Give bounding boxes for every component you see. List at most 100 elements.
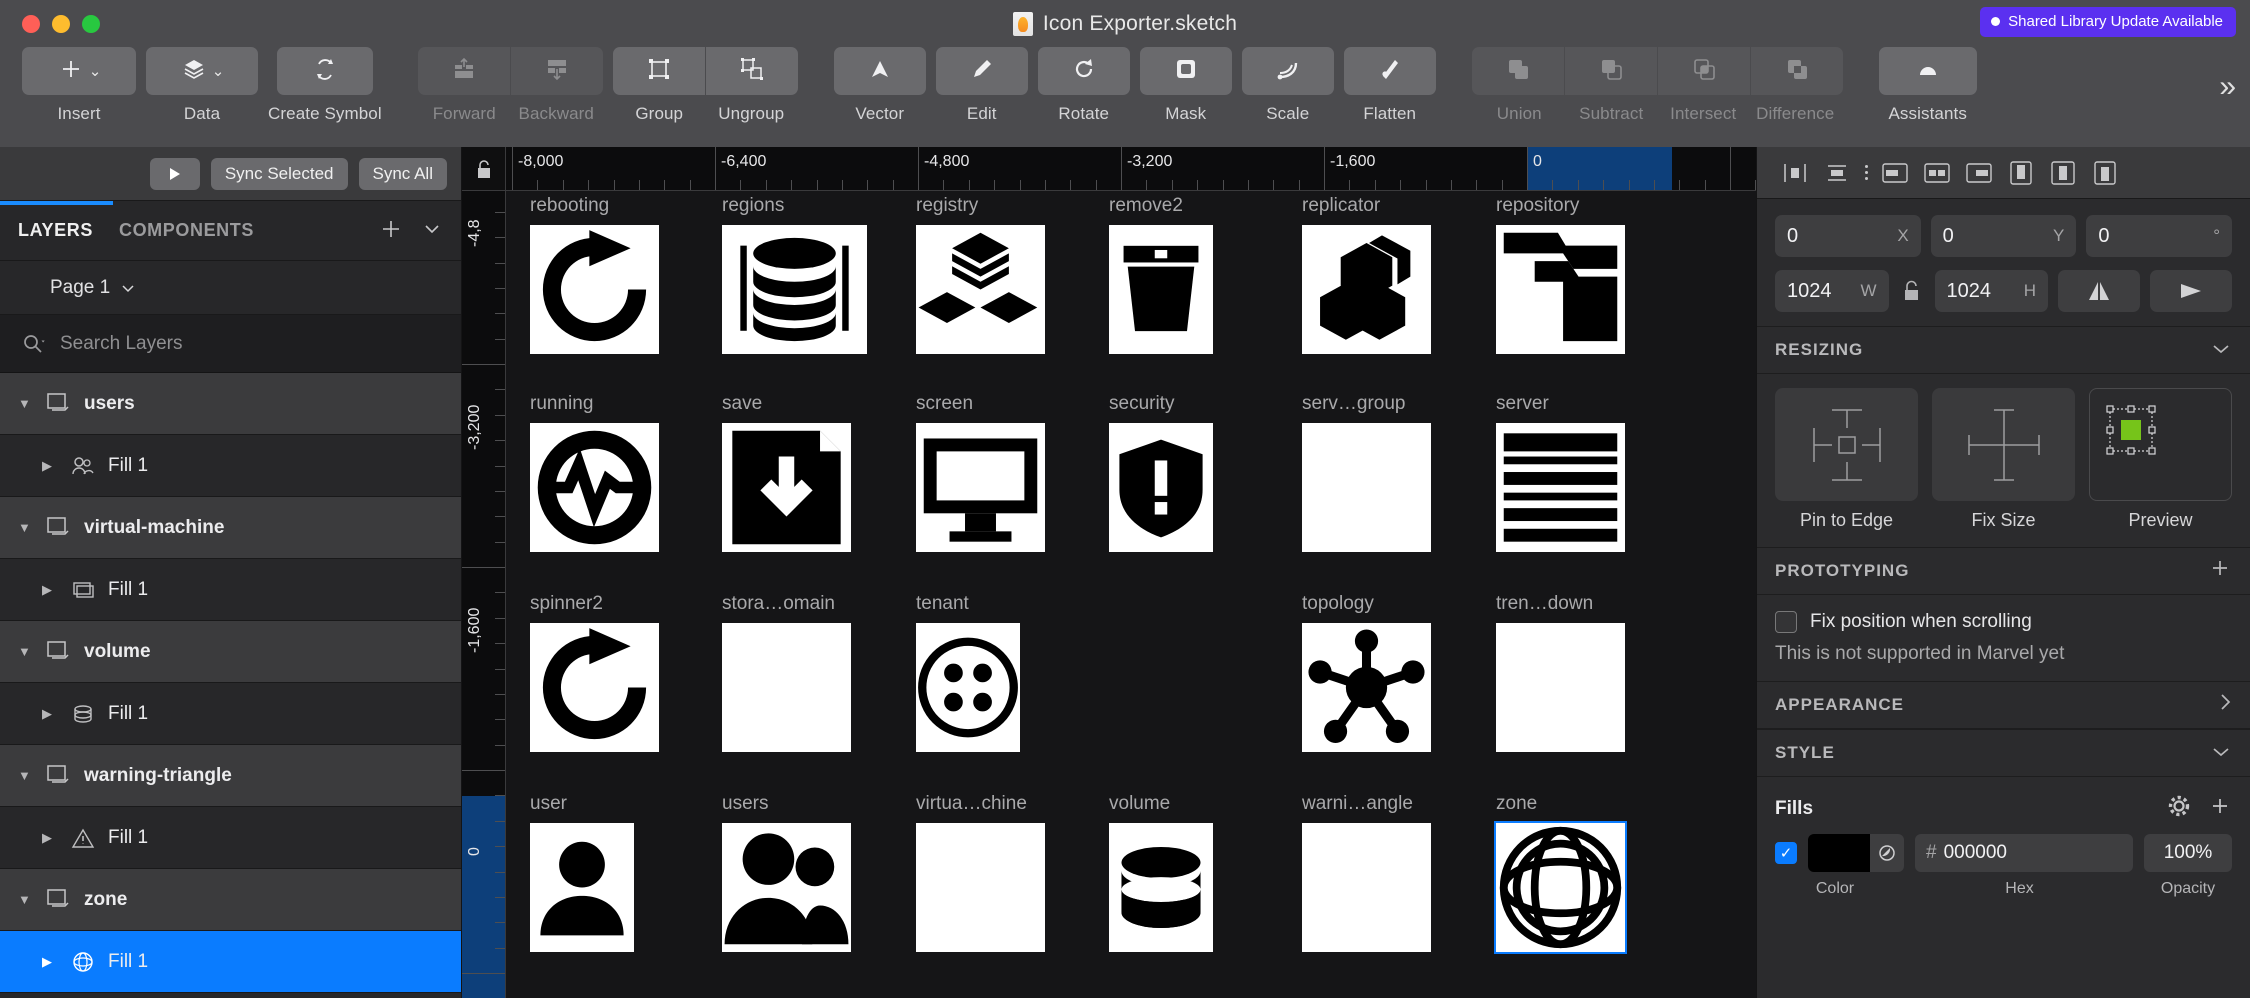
shared-library-update-badge[interactable]: Shared Library Update Available [1980,7,2236,37]
artboard-canvas[interactable] [1496,423,1625,552]
artboard[interactable]: virtua…chine [916,793,1045,952]
artboard-canvas[interactable] [916,623,1020,752]
fix-size-option[interactable]: Fix Size [1932,388,2075,531]
artboard-label[interactable]: replicator [1302,195,1431,217]
resize-preview-option[interactable]: Preview [2089,388,2232,531]
distribute-horizontally-icon[interactable] [1817,155,1857,191]
fix-position-checkbox[interactable] [1775,611,1797,633]
toolbar-vector-pen-button[interactable] [833,47,926,95]
toolbar-plus-button[interactable]: ⌄ [22,47,136,95]
artboard-canvas[interactable] [916,225,1045,354]
chevron-down-icon[interactable]: ⌄ [89,62,102,80]
toolbar-overflow-button[interactable]: » [2219,63,2236,111]
artboard[interactable]: remove2 [1109,195,1213,354]
disclosure-collapsed-icon[interactable]: ▶ [42,830,58,846]
style-chevron-down-icon[interactable] [2210,742,2232,765]
artboard[interactable]: tenant [916,593,1020,752]
fills-settings-gear-icon[interactable] [2166,793,2192,824]
artboard-canvas[interactable] [530,225,659,354]
toolbar-assistants-button[interactable] [1878,47,1977,95]
horizontal-ruler[interactable]: -8,000 -6,400 -4,800 -3,200 -1,600 0 [506,147,1756,191]
fill-enabled-checkbox[interactable]: ✓ [1775,842,1797,864]
align-object-right-icon[interactable] [1959,155,1999,191]
toolbar-union-button[interactable] [1471,47,1564,95]
pin-to-edge-option[interactable]: Pin to Edge [1775,388,1918,531]
toolbar-move-forward-button[interactable] [417,47,510,95]
appearance-chevron-right-icon[interactable] [2218,691,2232,719]
artboard-label[interactable]: stora…omain [722,593,851,615]
artboard-label[interactable]: regions [722,195,867,217]
appearance-section-header[interactable]: APPEARANCE [1757,681,2250,729]
artboard-label[interactable]: rebooting [530,195,659,217]
minimize-window-button[interactable] [52,14,70,33]
align-object-left-icon[interactable] [1875,155,1915,191]
artboard[interactable]: stora…omain [722,593,851,752]
fix-position-row[interactable]: Fix position when scrolling [1757,607,2250,633]
add-prototype-link-icon[interactable] [2208,556,2232,586]
artboard-label[interactable]: virtua…chine [916,793,1045,815]
artboard-label[interactable]: serv…group [1302,393,1431,415]
chevron-down-icon[interactable]: ⌄ [212,62,225,80]
page-selector[interactable]: Page 1 [0,261,461,315]
artboard[interactable]: server [1496,393,1625,552]
toolbar-mask-button[interactable] [1139,47,1232,95]
fill-color-swatch[interactable] [1808,834,1870,872]
artboard-canvas[interactable] [916,823,1045,952]
toolbar-difference-button[interactable] [1750,47,1843,95]
add-fill-icon[interactable] [2208,794,2232,823]
artboard[interactable]: replicator [1302,195,1431,354]
artboard-label[interactable]: security [1109,393,1213,415]
panel-options-chevron-down-icon[interactable] [421,218,443,244]
layer-child-row[interactable]: ▶ Fill 1 [0,559,461,621]
disclosure-expanded-icon[interactable]: ▼ [18,768,34,783]
disclosure-collapsed-icon[interactable]: ▶ [42,954,58,970]
window-controls[interactable] [22,14,100,33]
artboard-label[interactable]: save [722,393,851,415]
artboard[interactable]: screen [916,393,1045,552]
artboard-label[interactable]: screen [916,393,1045,415]
fill-hex-field[interactable]: # 000000 [1915,834,2133,872]
toolbar-rotate-button[interactable] [1037,47,1130,95]
flip-horizontal-button[interactable] [2058,270,2140,312]
artboard[interactable]: volume [1109,793,1213,952]
maximize-window-button[interactable] [82,14,100,33]
disclosure-collapsed-icon[interactable]: ▶ [42,458,58,474]
align-object-top-icon[interactable] [2001,155,2041,191]
tab-components[interactable]: COMPONENTS [119,220,254,241]
artboard-label[interactable]: remove2 [1109,195,1213,217]
layer-child-row[interactable]: ▶ Fill 1 [0,807,461,869]
artboard[interactable]: tren…down [1496,593,1625,752]
resizing-section-header[interactable]: RESIZING [1757,326,2250,374]
artboard-canvas[interactable] [1302,623,1431,752]
close-window-button[interactable] [22,14,40,33]
fill-type-icon[interactable] [1870,834,1904,872]
artboard-canvas[interactable] [722,623,851,752]
artboard-label[interactable]: registry [916,195,1045,217]
disclosure-expanded-icon[interactable]: ▼ [18,892,34,907]
style-section-header[interactable]: STYLE [1757,729,2250,777]
y-position-field[interactable]: 0 Y [1930,215,2077,257]
toolbar-ungroup-button[interactable] [705,47,798,95]
artboard-canvas[interactable] [1496,623,1625,752]
artboard[interactable]: topology [1302,593,1431,752]
sync-selected-button[interactable]: Sync Selected [210,157,348,190]
disclosure-collapsed-icon[interactable]: ▶ [42,706,58,722]
toolbar-intersect-button[interactable] [1657,47,1750,95]
toolbar-flatten-button[interactable] [1343,47,1436,95]
search-layers-row[interactable]: Search Layers [0,315,461,373]
layer-child-row[interactable]: ▶ Fill 1 [0,435,461,497]
layer-group-row[interactable]: ▼ warning-triangle [0,745,461,807]
toolbar-move-backward-button[interactable] [510,47,603,95]
width-field[interactable]: 1024 W [1775,270,1889,312]
artboard-label[interactable]: spinner2 [530,593,659,615]
prototyping-section-header[interactable]: PROTOTYPING [1757,547,2250,595]
artboard-label[interactable]: running [530,393,659,415]
artboard[interactable]: security [1109,393,1213,552]
layer-group-row[interactable]: ▼ volume [0,621,461,683]
artboard-canvas[interactable] [1302,225,1431,354]
toolbar-data-cube-button[interactable]: ⌄ [146,47,258,95]
artboard-canvas[interactable] [1302,423,1431,552]
artboard[interactable]: spinner2 [530,593,659,752]
artboard-canvas[interactable] [530,823,634,952]
layer-child-row[interactable]: ▶ Fill 1 [0,683,461,745]
